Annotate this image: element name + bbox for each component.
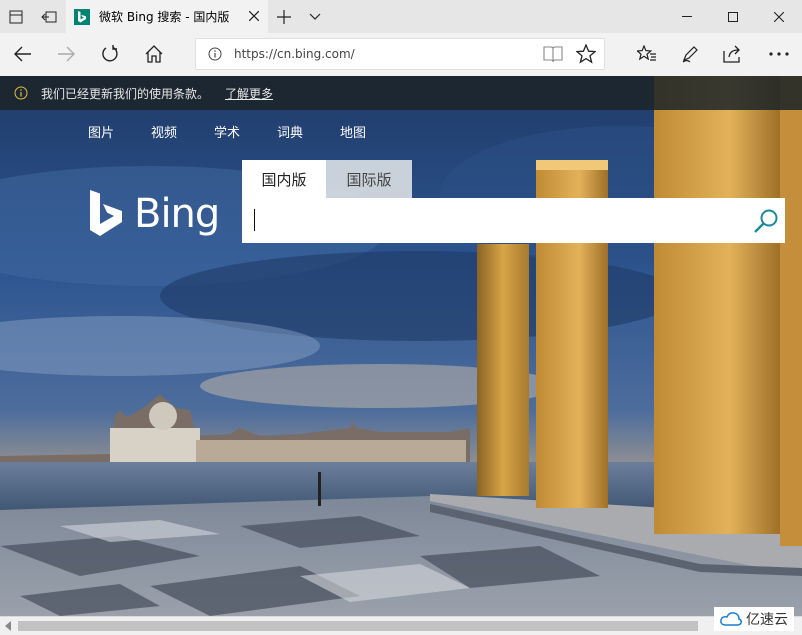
refresh-icon <box>102 45 118 62</box>
forward-button[interactable] <box>49 38 83 70</box>
bing-wordmark: Bing <box>134 191 220 237</box>
scrollbar-thumb[interactable] <box>18 621 698 631</box>
tab-domestic[interactable]: 国内版 <box>242 160 326 198</box>
nav-maps[interactable]: 地图 <box>340 122 366 141</box>
info-icon <box>14 86 28 100</box>
page-content: 我们已经更新我们的使用条款。 了解更多 图片 视频 学术 词典 地图 Bing … <box>0 76 802 616</box>
nav-dictionary[interactable]: 词典 <box>277 122 303 141</box>
maximize-button[interactable] <box>710 0 756 33</box>
navigation-bar: https://cn.bing.com/ <box>0 33 802 76</box>
new-tab-button[interactable] <box>268 0 300 33</box>
minimize-button[interactable] <box>664 0 710 33</box>
back-button[interactable] <box>6 38 40 70</box>
plus-icon <box>277 9 291 24</box>
more-dots-icon <box>769 52 789 56</box>
bing-b-icon <box>90 190 122 236</box>
share-button[interactable] <box>716 38 750 70</box>
search-icon[interactable] <box>753 208 779 234</box>
terms-notice-bar: 我们已经更新我们的使用条款。 了解更多 <box>0 76 802 110</box>
learn-more-link[interactable]: 了解更多 <box>225 85 273 102</box>
home-icon <box>145 45 163 63</box>
address-bar[interactable]: https://cn.bing.com/ <box>195 38 605 70</box>
browser-tab[interactable]: 微软 Bing 搜索 - 国内版 <box>66 0 268 33</box>
arrow-left-icon <box>14 46 31 62</box>
pen-icon <box>682 46 698 63</box>
tab-international[interactable]: 国际版 <box>326 160 412 198</box>
bing-favicon-icon <box>74 8 90 25</box>
arrow-right-icon <box>58 46 75 62</box>
scroll-left-icon[interactable] <box>4 621 12 631</box>
minimize-icon <box>682 15 692 17</box>
bing-logo[interactable]: Bing <box>88 190 220 238</box>
info-icon[interactable] <box>208 47 222 61</box>
chevron-down-icon <box>309 13 321 20</box>
yisu-cloud-logo-icon <box>720 612 742 626</box>
watermark-text: 亿速云 <box>746 612 788 628</box>
close-icon <box>249 11 259 21</box>
share-icon <box>723 45 740 63</box>
tab-bar: 微软 Bing 搜索 - 国内版 <box>0 0 802 33</box>
nav-videos[interactable]: 视频 <box>151 122 177 141</box>
refresh-button[interactable] <box>93 38 127 70</box>
favorites-hub-button[interactable] <box>630 38 664 70</box>
tabs-aside-icon <box>9 10 23 23</box>
reading-view-icon[interactable] <box>543 45 563 63</box>
tab-actions-button[interactable] <box>0 0 32 33</box>
favorites-list-icon <box>637 45 656 61</box>
url-text[interactable]: https://cn.bing.com/ <box>234 47 355 61</box>
background-photo <box>0 76 802 616</box>
watermark: 亿速云 <box>714 607 794 631</box>
web-note-button[interactable] <box>673 38 707 70</box>
maximize-icon <box>728 11 738 22</box>
window-close-button[interactable] <box>756 0 802 33</box>
set-tabs-aside-button[interactable] <box>33 0 65 33</box>
tab-title: 微软 Bing 搜索 - 国内版 <box>99 10 230 24</box>
search-input[interactable] <box>242 198 785 243</box>
horizontal-scrollbar[interactable] <box>0 616 802 635</box>
nav-academic[interactable]: 学术 <box>214 122 240 141</box>
text-caret <box>254 209 255 231</box>
nav-images[interactable]: 图片 <box>88 122 114 141</box>
notice-text: 我们已经更新我们的使用条款。 <box>41 86 210 101</box>
tab-close-button[interactable] <box>246 8 262 24</box>
set-aside-icon <box>41 11 57 22</box>
home-button[interactable] <box>137 38 171 70</box>
tab-preview-button[interactable] <box>300 0 330 33</box>
more-button[interactable] <box>762 38 796 70</box>
close-icon <box>774 11 784 22</box>
favorite-star-icon[interactable] <box>576 44 596 64</box>
